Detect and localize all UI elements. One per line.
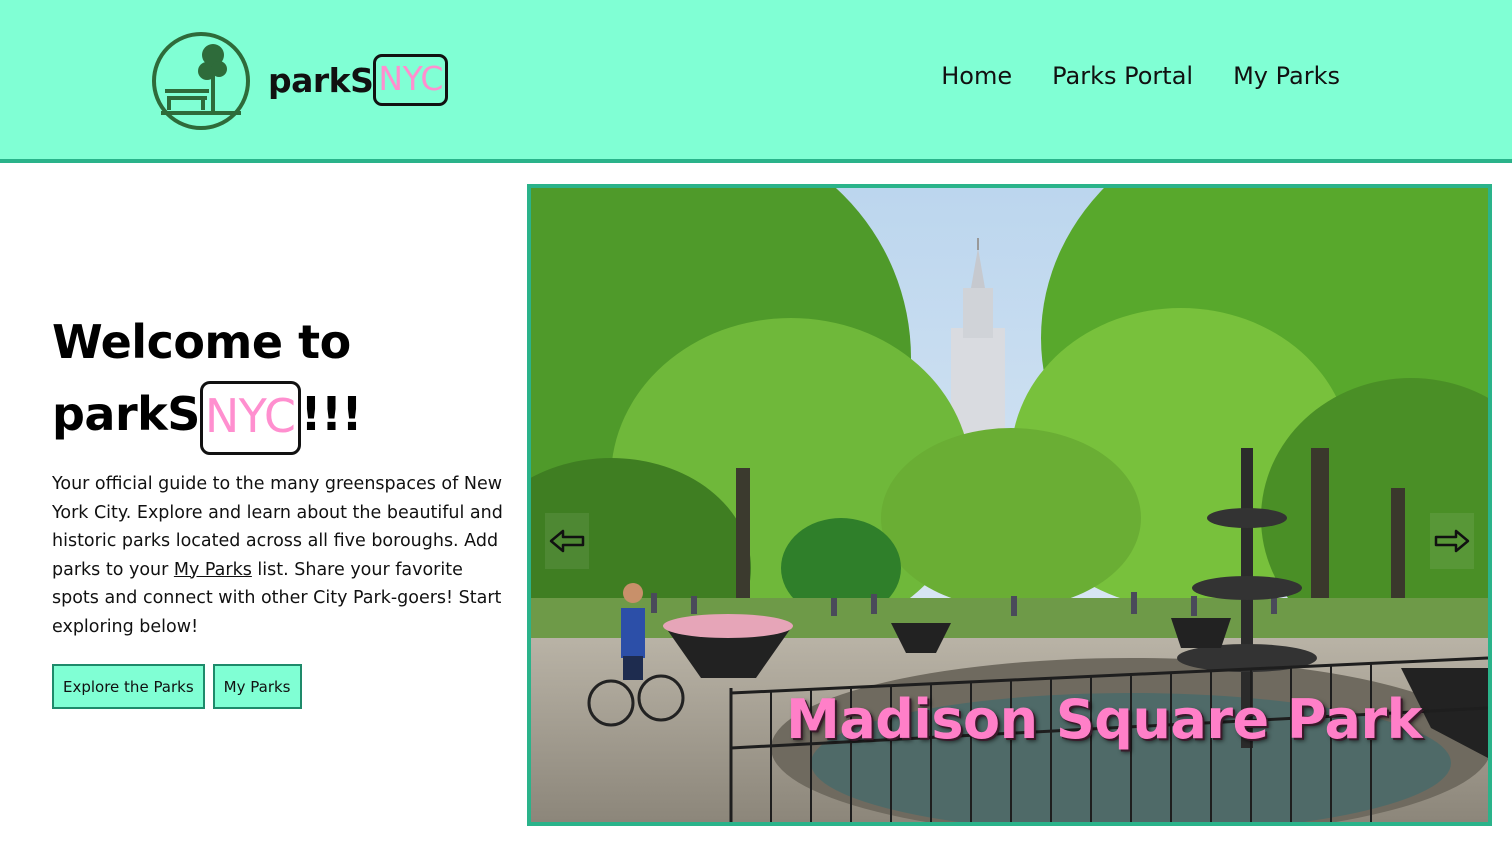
welcome-exclaim: !!! [300,387,363,441]
park-bench-tree-logo-icon[interactable] [151,31,251,131]
nav-parks-portal-link[interactable]: Parks Portal [1052,62,1193,90]
arrow-left-icon [549,529,585,553]
slideshow-prev-button[interactable] [545,513,589,569]
nav-my-parks-link[interactable]: My Parks [1233,62,1340,90]
slideshow-next-button[interactable] [1430,513,1474,569]
my-parks-button[interactable]: My Parks [212,664,302,709]
explore-parks-button[interactable]: Explore the Parks [52,664,205,709]
welcome-line1: Welcome to [52,315,351,369]
brand-nyc-badge: NYC [373,54,448,106]
intro-paragraph: Your official guide to the many greenspa… [52,470,507,641]
intro-my-parks-link[interactable]: My Parks [174,560,252,580]
brand-wordmark[interactable]: parkS NYC [268,54,448,106]
slide-caption: Madison Square Park [786,688,1422,751]
nav-home-link[interactable]: Home [941,62,1012,90]
arrow-right-icon [1434,529,1470,553]
welcome-heading: Welcome to parkS NYC!!! [52,306,512,455]
welcome-brand-prefix: parkS [52,387,200,441]
main-nav: Home Parks Portal My Parks [941,62,1340,90]
site-header: parkS NYC Home Parks Portal My Parks [0,0,1512,163]
park-slideshow: Madison Square Park [527,184,1492,826]
welcome-nyc-badge: NYC [199,380,301,455]
brand-prefix: parkS [268,60,374,100]
cta-buttons: Explore the Parks My Parks [52,664,302,709]
